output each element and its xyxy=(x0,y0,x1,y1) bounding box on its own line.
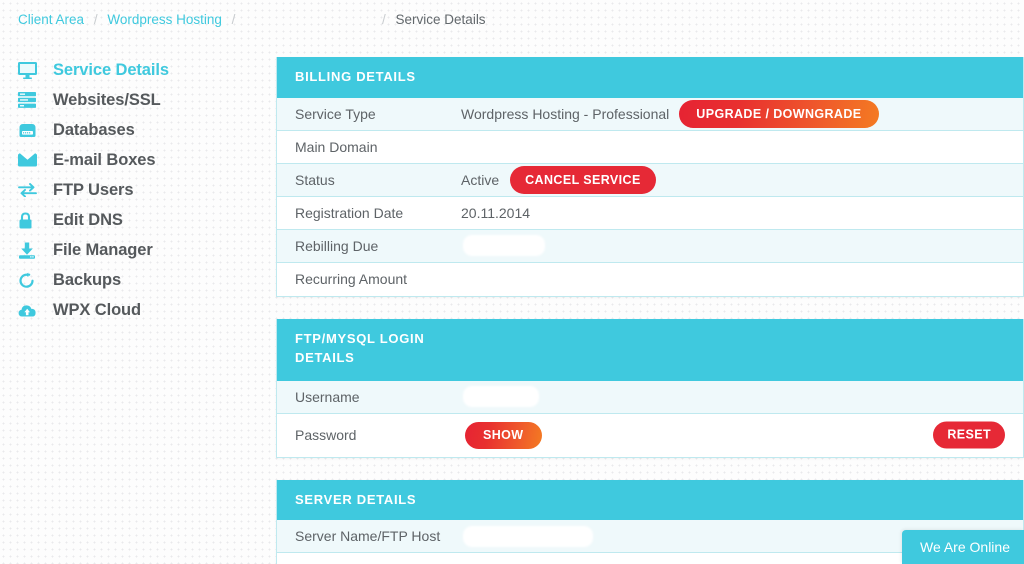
database-icon xyxy=(18,119,44,141)
sidebar-item-label: E-mail Boxes xyxy=(53,150,156,169)
history-icon xyxy=(18,269,44,291)
sidebar-item-label: Databases xyxy=(53,120,135,139)
row-value: Active CANCEL SERVICE xyxy=(461,165,1005,194)
row-service-type: Service Type Wordpress Hosting - Profess… xyxy=(277,97,1023,131)
breadcrumb-current: Service Details xyxy=(395,12,486,27)
reset-password-button[interactable]: RESET xyxy=(933,421,1005,449)
row-label: Main Domain xyxy=(295,138,378,155)
row-label: Status xyxy=(295,171,335,188)
main-content: BILLING DETAILS Service Type Wordpress H… xyxy=(276,57,1024,564)
breadcrumb: Client Area / Wordpress Hosting / / Serv… xyxy=(18,12,1024,36)
row-password: Password SHOW RESET xyxy=(277,413,1023,457)
sidebar-item-email-boxes[interactable]: E-mail Boxes xyxy=(18,145,268,175)
breadcrumb-separator: / xyxy=(231,12,236,27)
redacted-value xyxy=(465,527,591,545)
row-value xyxy=(461,388,1005,406)
row-username: Username xyxy=(277,380,1023,414)
sidebar-item-ftp-users[interactable]: FTP Users xyxy=(18,175,268,205)
row-value: SHOW xyxy=(461,421,1005,449)
ftp-header-line-1: FTP/MYSQL LOGIN xyxy=(295,330,425,346)
row-label: Rebilling Due xyxy=(295,237,379,254)
row-label: Recurring Amount xyxy=(295,271,408,288)
ftp-mysql-login-details-panel: FTP/MYSQL LOGIN DETAILS Username Passwor… xyxy=(276,318,1024,458)
sidebar-item-label: WPX Cloud xyxy=(53,300,142,319)
row-recurring-amount: Recurring Amount xyxy=(277,262,1023,296)
breadcrumb-separator: / xyxy=(93,12,98,27)
row-label: Registration Date xyxy=(295,204,404,221)
sidebar-item-file-manager[interactable]: File Manager xyxy=(18,235,268,265)
sidebar-item-label: Websites/SSL xyxy=(53,90,161,109)
sidebar-item-label: Edit DNS xyxy=(53,210,123,229)
row-main-domain: Main Domain xyxy=(277,130,1023,164)
row-label: Username xyxy=(295,388,360,405)
sidebar-item-label: Backups xyxy=(53,270,122,289)
breadcrumb-separator: / xyxy=(382,12,386,27)
ftp-header-line-2: DETAILS xyxy=(295,349,355,365)
upgrade-downgrade-button[interactable]: UPGRADE / DOWNGRADE xyxy=(679,99,879,128)
ftp-mysql-login-details-header: FTP/MYSQL LOGIN DETAILS xyxy=(277,318,1023,381)
breadcrumb-item-client-area[interactable]: Client Area xyxy=(18,12,84,27)
billing-details-panel: BILLING DETAILS Service Type Wordpress H… xyxy=(276,57,1024,297)
service-type-value: Wordpress Hosting - Professional xyxy=(461,105,670,122)
transfer-arrows-icon xyxy=(18,179,44,201)
row-value xyxy=(461,237,1005,255)
chat-widget[interactable]: We Are Online xyxy=(901,530,1024,564)
row-status: Status Active CANCEL SERVICE xyxy=(277,163,1023,197)
registration-date-value: 20.11.2014 xyxy=(461,204,531,221)
row-label: Service Type xyxy=(295,105,376,122)
breadcrumb-current-group: / Service Details xyxy=(376,12,486,27)
breadcrumb-item-wordpress-hosting[interactable]: Wordpress Hosting xyxy=(107,12,222,27)
sidebar-item-websites-ssl[interactable]: Websites/SSL xyxy=(18,85,268,115)
sidebar-item-wpx-cloud[interactable]: WPX Cloud xyxy=(18,295,268,325)
cancel-service-button[interactable]: CANCEL SERVICE xyxy=(510,165,656,194)
envelope-icon xyxy=(18,149,44,171)
sidebar: Service Details Websites/SSL Databases E… xyxy=(0,55,268,325)
monitor-icon xyxy=(18,59,44,81)
billing-details-header: BILLING DETAILS xyxy=(277,57,1023,98)
sidebar-item-label: Service Details xyxy=(53,60,169,79)
sidebar-item-service-details[interactable]: Service Details xyxy=(18,55,268,85)
sidebar-item-backups[interactable]: Backups xyxy=(18,265,268,295)
redacted-value xyxy=(465,237,543,255)
status-badge: Active xyxy=(461,171,500,188)
row-value: Wordpress Hosting - Professional UPGRADE… xyxy=(461,99,1005,128)
sidebar-item-databases[interactable]: Databases xyxy=(18,115,268,145)
row-label: Server Name/FTP Host xyxy=(295,528,441,545)
lock-icon xyxy=(18,209,44,231)
row-registration-date: Registration Date 20.11.2014 xyxy=(277,196,1023,230)
sidebar-item-label: FTP Users xyxy=(53,180,134,199)
sidebar-item-label: File Manager xyxy=(53,240,153,259)
server-details-header: SERVER DETAILS xyxy=(277,479,1023,521)
sidebar-item-edit-dns[interactable]: Edit DNS xyxy=(18,205,268,235)
cloud-upload-icon xyxy=(18,299,44,321)
redacted-value xyxy=(465,388,537,406)
download-icon xyxy=(18,239,44,261)
show-password-button[interactable]: SHOW xyxy=(465,421,542,449)
row-label: Password xyxy=(295,427,357,444)
server-list-icon xyxy=(18,89,44,111)
row-rebilling-due: Rebilling Due xyxy=(277,229,1023,263)
chat-widget-label: We Are Online xyxy=(919,539,1010,555)
